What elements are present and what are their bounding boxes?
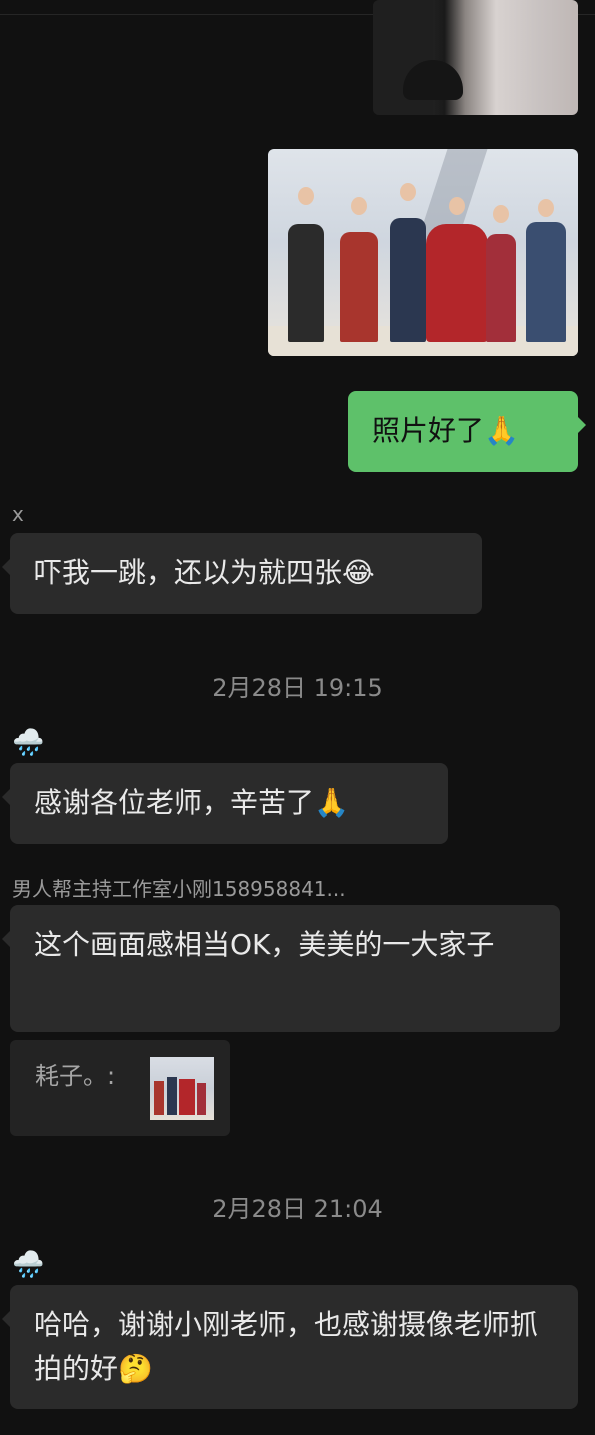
sender-cloud-icon: 🌧️ bbox=[12, 728, 45, 758]
message-text: 哈哈，谢谢小刚老师，也感谢摄像老师抓拍的好🤔 bbox=[34, 1308, 539, 1385]
received-message-bubble[interactable]: 哈哈，谢谢小刚老师，也感谢摄像老师抓拍的好🤔 bbox=[2, 1285, 578, 1409]
photo-person bbox=[426, 224, 488, 342]
sent-message-text: 照片好了🙏 bbox=[372, 414, 519, 447]
quote-thumbnail-image[interactable] bbox=[150, 1057, 214, 1120]
photo-person bbox=[486, 234, 516, 342]
message-text: 感谢各位老师，辛苦了🙏 bbox=[34, 786, 349, 819]
received-message-bubble[interactable]: 感谢各位老师，辛苦了🙏 bbox=[2, 763, 448, 844]
photo-person bbox=[390, 218, 426, 342]
sender-name: x bbox=[12, 502, 24, 526]
photo-person-head bbox=[493, 205, 509, 223]
photo-person bbox=[526, 222, 566, 342]
sent-message-bubble[interactable]: 照片好了🙏 bbox=[348, 391, 586, 472]
timestamp: 2月28日 21:04 bbox=[212, 1195, 383, 1223]
sender-cloud-icon: 🌧️ bbox=[12, 1250, 45, 1280]
message-text: 这个画面感相当OK，美美的一大家子 bbox=[34, 928, 495, 961]
photo-person-head bbox=[400, 183, 416, 201]
photo-person-head bbox=[449, 197, 465, 215]
timestamp: 2月28日 19:15 bbox=[212, 674, 383, 702]
photo-message-1[interactable] bbox=[373, 0, 578, 115]
quoted-message[interactable]: 耗子。: bbox=[10, 1040, 230, 1136]
photo-message-2[interactable] bbox=[268, 149, 578, 356]
message-text: 吓我一跳，还以为就四张😂 bbox=[34, 556, 375, 589]
sender-name: 男人帮主持工作室小刚158958841... bbox=[12, 877, 346, 901]
photo-person-head bbox=[538, 199, 554, 217]
photo-person bbox=[340, 232, 378, 342]
photo-person-head bbox=[351, 197, 367, 215]
received-message-bubble[interactable]: 吓我一跳，还以为就四张😂 bbox=[2, 533, 482, 614]
photo-person bbox=[288, 224, 324, 342]
received-message-bubble[interactable]: 这个画面感相当OK，美美的一大家子 bbox=[2, 905, 560, 1032]
quote-text: 耗子。: bbox=[35, 1062, 116, 1090]
photo-person-head bbox=[298, 187, 314, 205]
